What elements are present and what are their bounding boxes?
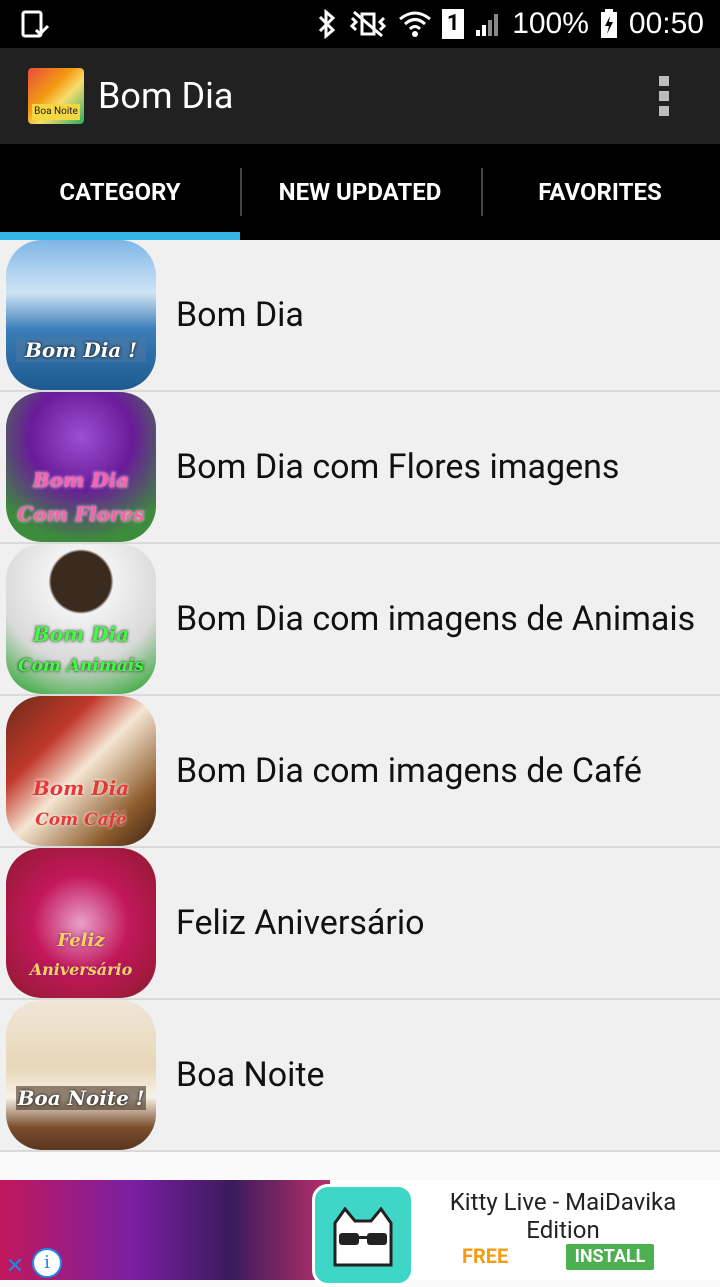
category-thumbnail: Boa Noite ! <box>6 1000 156 1150</box>
wifi-icon <box>399 11 432 37</box>
category-label: Boa Noite <box>176 1055 325 1095</box>
category-label: Bom Dia <box>176 295 304 335</box>
tab-category[interactable]: CATEGORY <box>0 144 240 240</box>
category-thumbnail: Bom Dia ! <box>6 240 156 390</box>
battery-percent: 100% <box>512 7 589 40</box>
category-thumbnail: Feliz Aniversário <box>6 848 156 998</box>
category-list: Bom Dia ! Bom Dia Bom Dia Com Flores Bom… <box>0 240 720 1152</box>
info-icon[interactable]: i <box>32 1248 62 1278</box>
list-item[interactable]: Boa Noite ! Boa Noite <box>0 1000 720 1152</box>
install-button[interactable]: INSTALL <box>566 1244 654 1270</box>
tab-new-updated[interactable]: NEW UPDATED <box>240 144 480 240</box>
app-title: Bom Dia <box>98 75 234 117</box>
screenshot-icon <box>21 10 50 38</box>
sim-indicator: 1 <box>442 9 465 39</box>
cat-icon <box>333 1206 393 1267</box>
tab-divider <box>481 168 483 216</box>
category-thumbnail: Bom Dia Com Flores <box>6 392 156 542</box>
list-item[interactable]: Feliz Aniversário Feliz Aniversário <box>0 848 720 1000</box>
tab-bar: CATEGORY NEW UPDATED FAVORITES <box>0 144 720 240</box>
app-logo-caption: Boa Noite <box>32 104 80 120</box>
ad-title: Kitty Live - MaiDavika Edition <box>449 1188 677 1244</box>
bluetooth-icon <box>319 8 336 40</box>
clock: 00:50 <box>628 7 704 40</box>
category-thumbnail: Bom Dia Com Animais <box>6 544 156 694</box>
category-thumbnail: Bom Dia Com Café <box>6 696 156 846</box>
list-item[interactable]: Bom Dia Com Flores Bom Dia com Flores im… <box>0 392 720 544</box>
category-label: Bom Dia com Flores imagens <box>176 447 620 487</box>
close-icon[interactable]: ✕ <box>4 1256 26 1278</box>
list-item[interactable]: Bom Dia Com Café Bom Dia com imagens de … <box>0 696 720 848</box>
ad-price: FREE <box>462 1244 509 1268</box>
tab-divider <box>240 168 242 216</box>
app-logo: Boa Noite <box>28 68 84 124</box>
ad-app-icon <box>312 1184 414 1286</box>
tab-favorites[interactable]: FAVORITES <box>480 144 720 240</box>
category-label: Bom Dia com imagens de Café <box>176 751 642 791</box>
battery-charging-icon <box>600 9 617 38</box>
category-label: Feliz Aniversário <box>176 903 425 943</box>
overflow-menu-icon[interactable] <box>652 76 676 116</box>
signal-icon <box>476 14 499 36</box>
vibrate-mute-icon <box>350 10 387 38</box>
category-label: Bom Dia com imagens de Animais <box>176 599 696 639</box>
list-item[interactable]: Bom Dia ! Bom Dia <box>0 240 720 392</box>
app-bar: Boa Noite Bom Dia <box>0 48 720 144</box>
ad-banner[interactable]: Kitty Live - MaiDavika Edition FREE INST… <box>0 1180 720 1286</box>
status-bar: 1 100% 00:50 <box>0 0 720 48</box>
list-item[interactable]: Bom Dia Com Animais Bom Dia com imagens … <box>0 544 720 696</box>
